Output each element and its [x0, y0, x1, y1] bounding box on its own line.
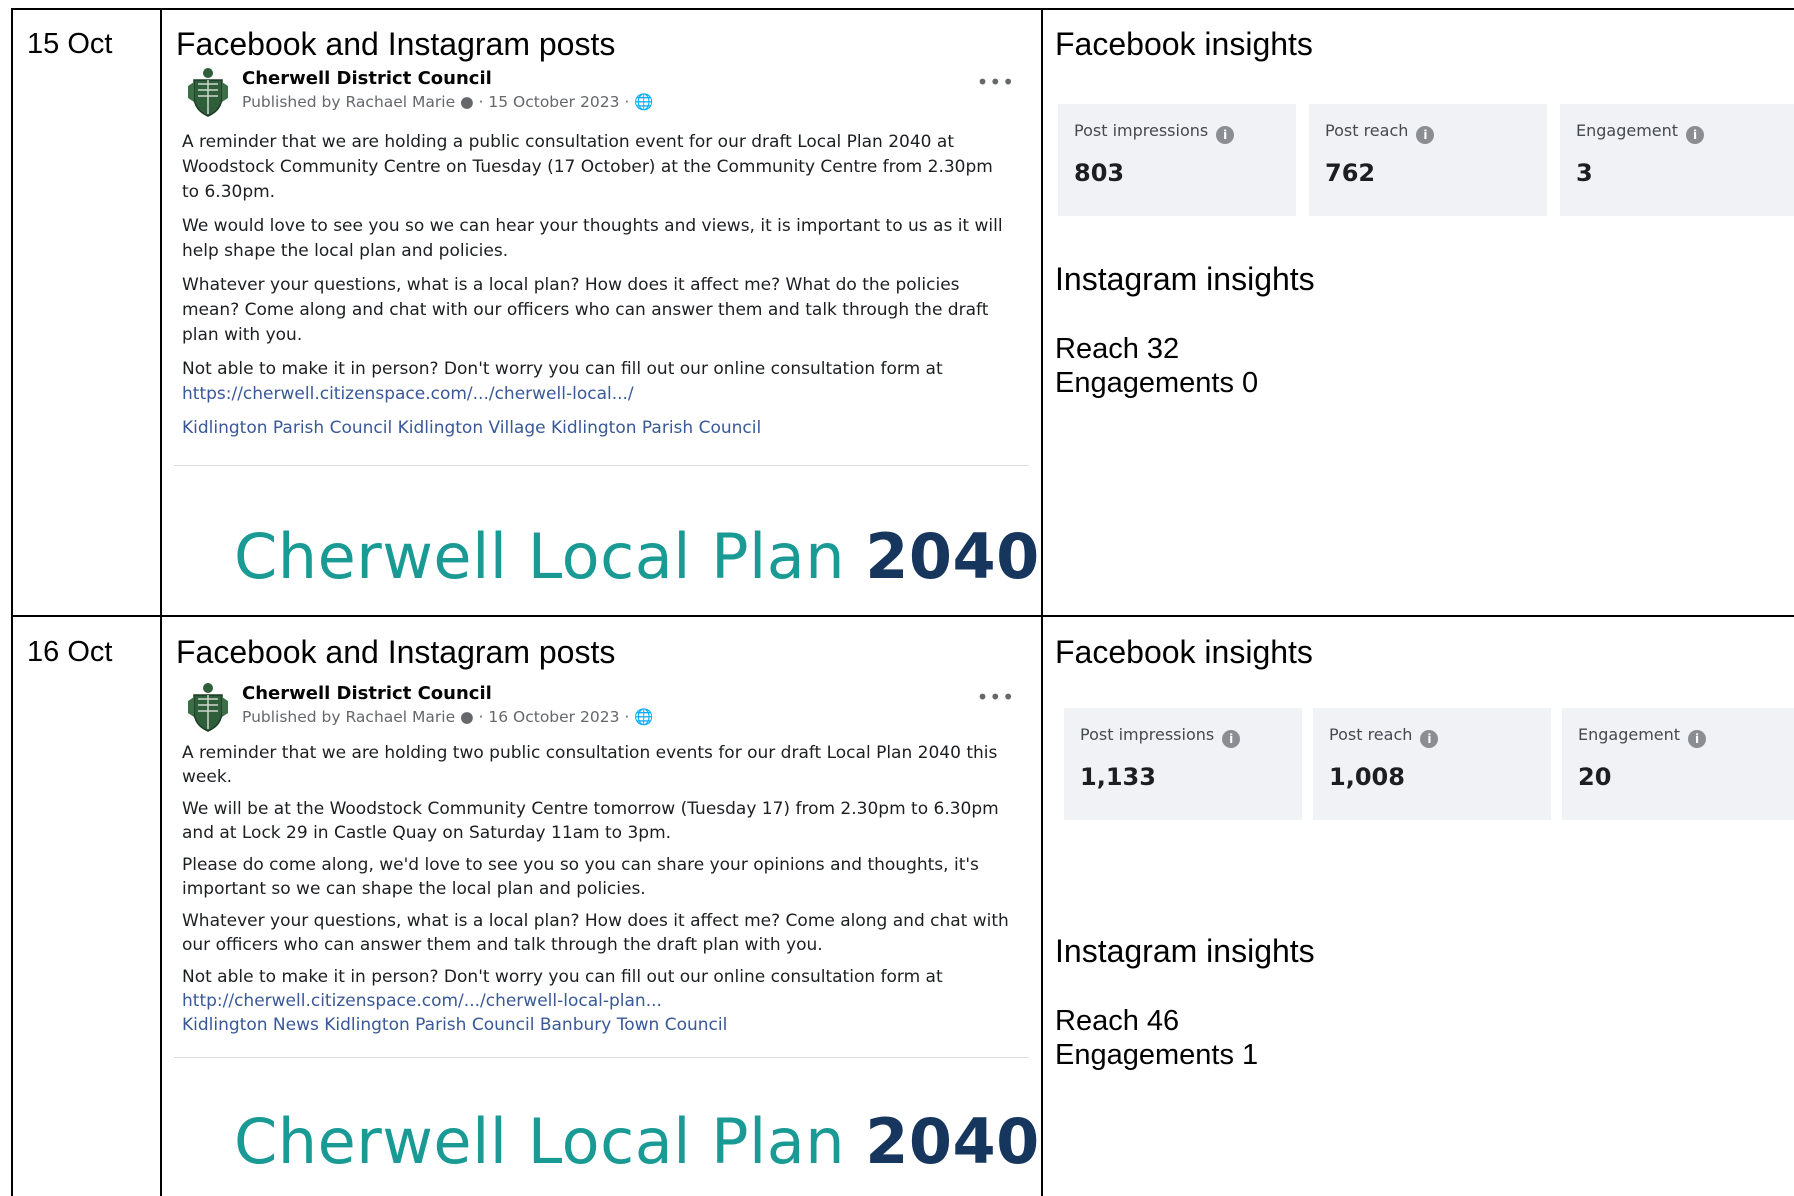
tile-label-wrap: Engagement i	[1578, 725, 1707, 748]
more-options-icon[interactable]: •••	[977, 685, 1015, 709]
post-paragraph: A reminder that we are holding a public …	[182, 132, 993, 202]
tagged-pages[interactable]: Kidlington News Kidlington Parish Counci…	[182, 1015, 727, 1035]
instagram-reach: Reach 46	[1055, 1005, 1180, 1037]
post-paragraph: Whatever your questions, what is a local…	[182, 275, 989, 345]
facebook-insights-heading: Facebook insights	[1055, 634, 1313, 670]
row-date: 15 Oct	[27, 28, 113, 60]
table-border-left	[11, 8, 13, 1196]
metric-tile-reach: Post reach i 1,008	[1313, 708, 1551, 820]
facebook-post: Cherwell District Council Published by R…	[174, 66, 1039, 593]
tile-label-wrap: Post impressions i	[1080, 725, 1241, 748]
post-paragraph-text: Not able to make it in person? Don't wor…	[182, 359, 943, 379]
local-plan-banner: Cherwell Local Plan 2040	[234, 1105, 1040, 1178]
tile-value: 1,008	[1329, 763, 1405, 791]
published-by: Published by Rachael Marie	[242, 93, 456, 111]
post-paragraph-text: Not able to make it in person? Don't wor…	[182, 967, 943, 987]
post-byline: Published by Rachael Marie ● · 15 Octobe…	[242, 93, 654, 111]
council-crest-icon	[188, 683, 228, 732]
post-body: A reminder that we are holding two publi…	[174, 741, 1029, 1037]
post-date[interactable]: 15 October 2023	[488, 93, 619, 111]
info-icon[interactable]: i	[1420, 730, 1439, 748]
tile-label-wrap: Engagement i	[1576, 121, 1705, 144]
tile-label: Post impressions	[1080, 725, 1215, 744]
info-icon[interactable]: i	[1222, 730, 1241, 748]
post-paragraph: We would love to see you so we can hear …	[182, 216, 1003, 261]
instagram-reach: Reach 32	[1055, 333, 1180, 365]
facebook-post: Cherwell District Council Published by R…	[174, 681, 1039, 1178]
tile-value: 803	[1074, 159, 1125, 187]
tile-label-wrap: Post reach i	[1329, 725, 1439, 748]
page-name[interactable]: Cherwell District Council	[242, 68, 492, 89]
info-icon: ●	[460, 93, 474, 111]
post-paragraph: A reminder that we are holding two publi…	[182, 743, 998, 787]
tile-value: 20	[1578, 763, 1612, 791]
post-body: A reminder that we are holding a public …	[174, 130, 1029, 441]
instagram-insights-heading: Instagram insights	[1055, 261, 1315, 297]
tile-value: 3	[1576, 159, 1593, 187]
posts-heading: Facebook and Instagram posts	[176, 634, 616, 670]
globe-icon: 🌐	[634, 708, 654, 726]
tile-label: Post impressions	[1074, 121, 1209, 140]
instagram-engagements: Engagements 0	[1055, 367, 1259, 399]
column-divider-insights	[1041, 8, 1043, 1196]
post-divider	[174, 1057, 1029, 1058]
tile-label-wrap: Post reach i	[1325, 121, 1435, 144]
post-paragraph: We will be at the Woodstock Community Ce…	[182, 799, 999, 843]
info-icon: ●	[460, 708, 474, 726]
globe-icon: 🌐	[634, 93, 654, 111]
metric-tile-reach: Post reach i 762	[1309, 104, 1547, 216]
post-paragraph: Whatever your questions, what is a local…	[182, 911, 1009, 955]
post-byline: Published by Rachael Marie ● · 16 Octobe…	[242, 708, 654, 726]
info-icon[interactable]: i	[1686, 126, 1705, 144]
metric-tile-impressions: Post impressions i 1,133	[1064, 708, 1302, 820]
instagram-insights-heading: Instagram insights	[1055, 933, 1315, 969]
post-paragraph: Not able to make it in person? Don't wor…	[182, 965, 1012, 1037]
facebook-insights-heading: Facebook insights	[1055, 26, 1313, 62]
post-header: Cherwell District Council Published by R…	[174, 681, 1029, 737]
tile-label: Engagement	[1578, 725, 1681, 744]
table-border-top	[11, 8, 1794, 10]
banner-text: Cherwell Local Plan	[234, 520, 846, 593]
metric-tile-engagement: Engagement i 20	[1562, 708, 1794, 820]
tagged-pages[interactable]: Kidlington Parish Council Kidlington Vil…	[182, 416, 1012, 441]
local-plan-banner: Cherwell Local Plan 2040	[234, 520, 1040, 593]
info-icon[interactable]: i	[1416, 126, 1435, 144]
post-divider	[174, 465, 1029, 466]
post-paragraph: Not able to make it in person? Don't wor…	[182, 357, 1012, 407]
banner-text: Cherwell Local Plan	[234, 1105, 846, 1178]
tile-value: 762	[1325, 159, 1376, 187]
row-date: 16 Oct	[27, 636, 113, 668]
tile-label: Post reach	[1329, 725, 1413, 744]
consultation-link[interactable]: http://cherwell.citizenspace.com/.../che…	[182, 991, 662, 1011]
tile-label: Post reach	[1325, 121, 1409, 140]
tile-value: 1,133	[1080, 763, 1156, 791]
metric-tile-engagement: Engagement i 3	[1560, 104, 1794, 216]
page-name[interactable]: Cherwell District Council	[242, 683, 492, 704]
tile-label: Engagement	[1576, 121, 1679, 140]
published-by: Published by Rachael Marie	[242, 708, 456, 726]
post-date[interactable]: 16 October 2023	[488, 708, 619, 726]
post-header: Cherwell District Council Published by R…	[174, 66, 1029, 122]
council-crest-icon	[188, 68, 228, 117]
banner-year: 2040	[865, 520, 1040, 593]
consultation-link[interactable]: https://cherwell.citizenspace.com/.../ch…	[182, 384, 634, 404]
more-options-icon[interactable]: •••	[977, 70, 1015, 94]
instagram-engagements: Engagements 1	[1055, 1039, 1259, 1071]
tile-label-wrap: Post impressions i	[1074, 121, 1235, 144]
info-icon[interactable]: i	[1688, 730, 1707, 748]
row-divider	[11, 615, 1794, 617]
banner-year: 2040	[865, 1105, 1040, 1178]
insights-report-table: 15 Oct Facebook and Instagram posts Cher…	[0, 0, 1794, 1196]
column-divider-date	[160, 8, 162, 1196]
metric-tile-impressions: Post impressions i 803	[1058, 104, 1296, 216]
post-paragraph: Please do come along, we'd love to see y…	[182, 855, 979, 899]
posts-heading: Facebook and Instagram posts	[176, 26, 616, 62]
info-icon[interactable]: i	[1216, 126, 1235, 144]
